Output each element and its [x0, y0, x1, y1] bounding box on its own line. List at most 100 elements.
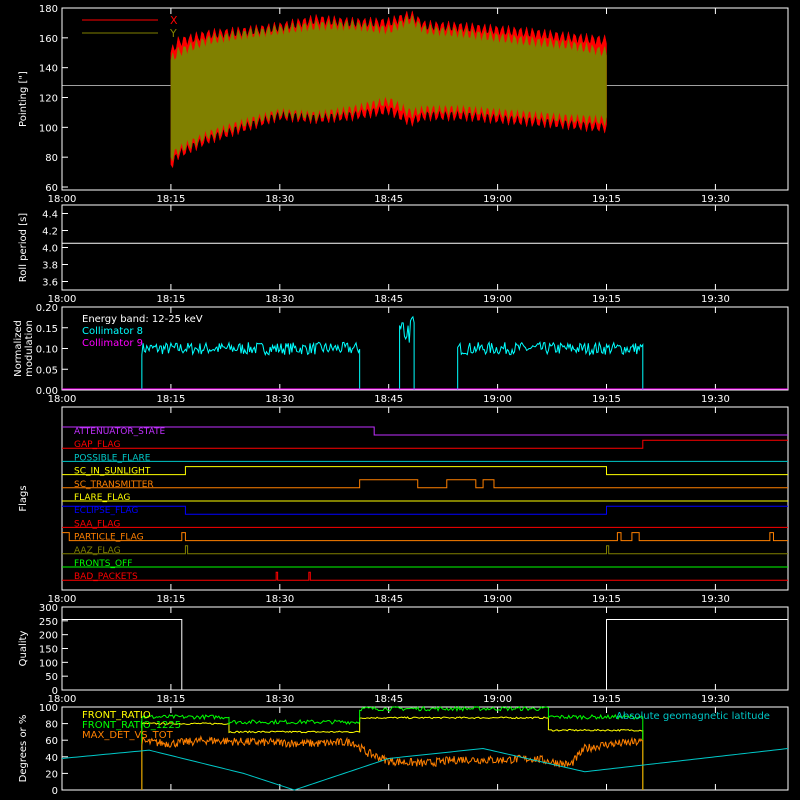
x-tick-label: 19:00 [483, 694, 512, 705]
x-tick-label: 19:00 [483, 594, 512, 605]
x-tick-label: 19:15 [592, 194, 621, 205]
x-tick-label: 19:15 [592, 594, 621, 605]
x-tick-label: 18:45 [374, 194, 403, 205]
legend-label: Collimator 8 [82, 326, 143, 337]
y-tick-label: 50 [45, 672, 58, 683]
flag-line-gap-flag [62, 439, 788, 449]
y-tick-label: 3.6 [42, 278, 58, 289]
flag-label: SC_IN_SUNLIGHT [74, 467, 151, 477]
y-tick-label: 60 [45, 736, 58, 747]
y-tick-label: 150 [39, 645, 58, 656]
x-tick-label: 19:30 [701, 294, 730, 305]
y-axis-label: Normalized [13, 320, 24, 377]
flag-line-bad-packets [62, 571, 788, 581]
series-absolute-geomagnetic-latitude [61, 747, 789, 791]
y-axis-label: Degrees or % [18, 715, 29, 783]
hessi-summary-chart: 18:00 18:15 18:30 18:45 19:00 19:15 19:30 Point… [13, 4, 789, 797]
flag-label: BAD_PACKETS [74, 572, 138, 582]
y-tick-label: 0.00 [36, 386, 58, 397]
x-tick-label: 19:30 [701, 694, 730, 705]
x-tick-label: 19:30 [701, 194, 730, 205]
flag-label: ECLIPSE_FLAG [74, 506, 138, 516]
y-tick-label: 300 [39, 603, 58, 614]
flag-line-attenuator-state [62, 426, 788, 436]
y-tick-label: 4.2 [42, 227, 58, 238]
y-axis-label: modulation [24, 320, 35, 377]
x-tick-label: 18:30 [265, 394, 294, 405]
energy-band-annotation: Energy band: 12-25 keV [82, 314, 203, 325]
x-tick-label: 18:45 [374, 594, 403, 605]
y-tick-label: 100 [39, 658, 58, 669]
flag-line-sc-in-sunlight [62, 466, 788, 476]
y-tick-label: 100 [39, 123, 58, 134]
x-tick-label: 18:30 [265, 594, 294, 605]
y-tick-label: 160 [39, 34, 58, 45]
flag-label: SC_TRANSMITTER [74, 480, 154, 490]
panel-roll-period: 18:00 18:15 18:30 18:45 19:00 19:15 19:30Roll … [18, 204, 789, 305]
series-front-ratio [141, 716, 644, 790]
y-tick-label: 0.05 [36, 365, 58, 376]
flag-line-particle-flag [62, 532, 788, 542]
flag-label: AAZ_FLAG [74, 546, 121, 556]
x-tick-label: 18:30 [265, 694, 294, 705]
series-max-det-vs-tot [141, 735, 644, 790]
y-tick-label: 80 [45, 720, 58, 731]
y-tick-label: 0 [52, 786, 58, 797]
panel-ratios: Degrees or %020406080100FRONT_RATIOFRONT… [18, 703, 789, 797]
x-tick-label: 19:15 [592, 294, 621, 305]
panel-pointing: 18:00 18:15 18:30 18:45 19:00 19:15 19:30 Point… [18, 4, 789, 205]
y-axis-label: Pointing ["] [18, 71, 29, 127]
x-tick-label: 18:45 [374, 694, 403, 705]
flag-line-sc-transmitter [62, 479, 788, 489]
x-tick-label: 18:15 [156, 194, 185, 205]
collimator-8-segment [141, 341, 361, 390]
x-tick-label: 18:45 [374, 294, 403, 305]
quality-line [62, 618, 788, 691]
collimator-8-segment [399, 315, 415, 390]
panel-frame [61, 204, 789, 291]
y-axis-label: Roll period [s] [18, 213, 29, 282]
y-tick-label: 80 [45, 153, 58, 164]
series-front-ratio-1225 [141, 705, 644, 790]
y-tick-label: 120 [39, 94, 58, 105]
y-tick-label: 0.10 [36, 345, 58, 356]
x-tick-label: 18:30 [265, 194, 294, 205]
y-tick-label: 0.20 [36, 303, 58, 314]
legend-label: MAX_DET_VS_TOT [82, 730, 174, 741]
x-tick-label: 18:15 [156, 594, 185, 605]
x-tick-label: 19:15 [592, 394, 621, 405]
panel-modulation: 18:00 18:15 18:30 18:45 19:00 19:15 19:30Norma… [13, 303, 789, 405]
y-tick-label: 0 [52, 686, 58, 697]
x-tick-label: 19:15 [592, 694, 621, 705]
collimator-8-segment [457, 340, 644, 390]
y-tick-label: 60 [45, 183, 58, 194]
flag-line-aaz-flag [62, 545, 788, 555]
y-tick-label: 20 [45, 769, 58, 780]
flag-label: GAP_FLAG [74, 440, 120, 450]
y-tick-label: 3.8 [42, 261, 58, 272]
y-tick-label: 250 [39, 617, 58, 628]
panel-flags: 18:00 18:15 18:30 18:45 19:00 19:15 19:30Flags… [18, 406, 789, 605]
y-axis-label: Quality [18, 631, 29, 667]
panel-frame [61, 406, 789, 591]
y-axis-label: Flags [18, 485, 29, 511]
y-tick-label: 200 [39, 631, 58, 642]
x-tick-label: 19:00 [483, 194, 512, 205]
y-tick-label: 0.15 [36, 324, 58, 335]
flag-label: ATTENUATOR_STATE [74, 427, 166, 437]
x-tick-label: 19:30 [701, 394, 730, 405]
x-tick-label: 18:15 [156, 694, 185, 705]
flag-label: PARTICLE_FLAG [74, 533, 144, 543]
x-tick-label: 19:30 [701, 594, 730, 605]
y-tick-label: 4.0 [42, 244, 58, 255]
x-tick-label: 18:15 [156, 394, 185, 405]
x-tick-label: 18:00 [48, 194, 77, 205]
legend-label: Collimator 9 [82, 338, 143, 349]
y-tick-label: 40 [45, 753, 58, 764]
x-tick-label: 18:30 [265, 294, 294, 305]
y-tick-label: 180 [39, 4, 58, 15]
panel-quality: 18:00 18:15 18:30 18:45 19:00 19:15 19:30Quali… [18, 603, 789, 705]
y-tick-label: 140 [39, 64, 58, 75]
flag-label: FRONTS_OFF [74, 559, 132, 569]
flag-line-eclipse-flag [62, 505, 788, 515]
